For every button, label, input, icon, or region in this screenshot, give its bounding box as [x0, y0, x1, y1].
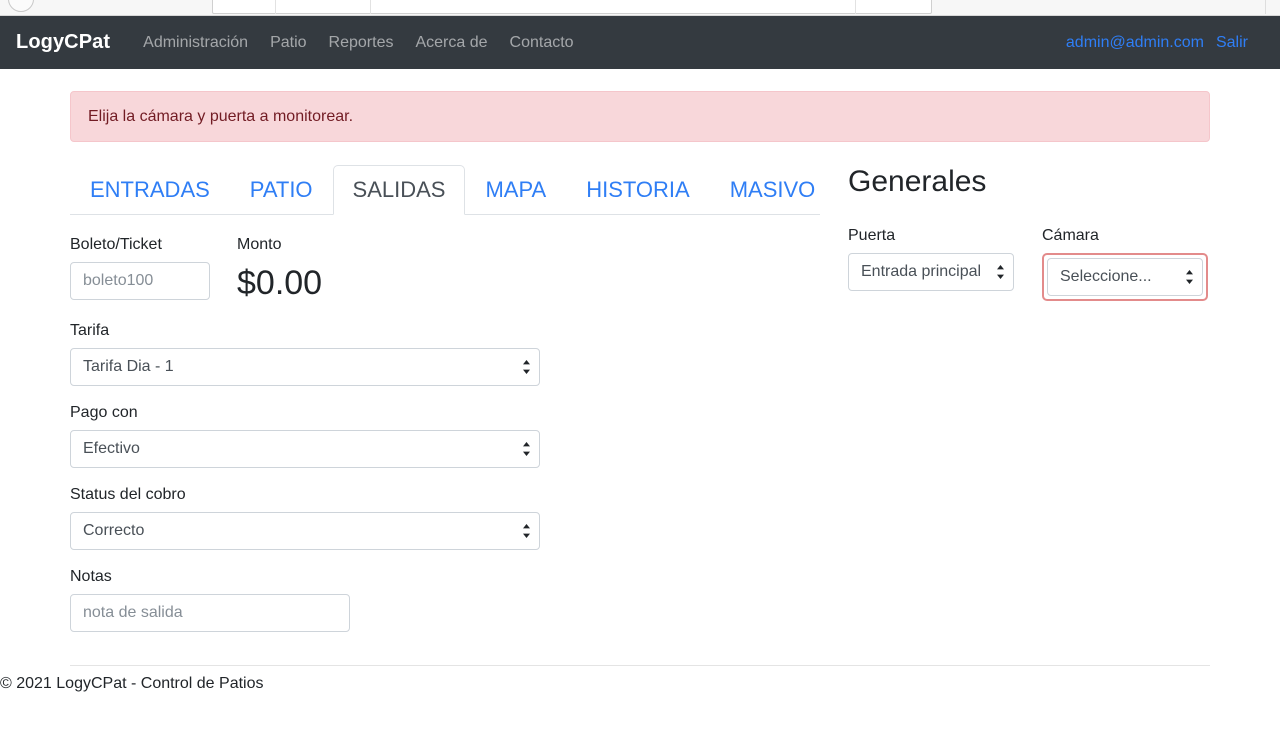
pago-con-select[interactable]: Efectivo: [70, 430, 540, 468]
tab-patio[interactable]: PATIO: [230, 165, 333, 215]
tarifa-select[interactable]: Tarifa Dia - 1: [70, 348, 540, 386]
footer-divider: [70, 665, 1210, 666]
url-bar-divider-2: [370, 0, 371, 14]
navbar-user-area: admin@admin.com Salir: [1066, 34, 1264, 52]
right-column: Generales Puerta Entrada principal Cámar…: [820, 164, 1210, 632]
alert-danger: Elija la cámara y puerta a monitorear.: [70, 91, 1210, 142]
tarifa-label: Tarifa: [70, 322, 110, 339]
nav-link-patio[interactable]: Patio: [259, 34, 317, 52]
status-cobro-select[interactable]: Correcto: [70, 512, 540, 550]
generales-fields: Puerta Entrada principal Cámara Seleccio…: [848, 226, 1210, 301]
logout-link[interactable]: Salir: [1216, 34, 1248, 52]
monto-field-group: Monto $0.00: [237, 235, 322, 304]
tab-masivo[interactable]: MASIVO: [710, 165, 836, 215]
pago-con-label: Pago con: [70, 404, 138, 421]
generales-title: Generales: [848, 165, 987, 198]
status-cobro-label: Status del cobro: [70, 486, 186, 503]
content-row: ENTRADAS PATIO SALIDAS MAPA HISTORIA MAS…: [70, 164, 1210, 632]
alert-message: Elija la cámara y puerta a monitorear.: [88, 108, 354, 125]
puerta-select[interactable]: Entrada principal: [848, 253, 1014, 291]
navbar-brand[interactable]: LogyCPat: [16, 31, 110, 54]
user-email-link[interactable]: admin@admin.com: [1066, 34, 1204, 52]
nav-link-contacto[interactable]: Contacto: [499, 34, 585, 52]
camara-invalid-highlight: Seleccione...: [1042, 253, 1208, 301]
url-bar-divider-3: [855, 0, 856, 14]
puerta-select-wrapper: Entrada principal: [848, 253, 1014, 291]
tab-bar: ENTRADAS PATIO SALIDAS MAPA HISTORIA MAS…: [70, 164, 820, 215]
nav-link-administracion[interactable]: Administración: [132, 34, 259, 52]
puerta-label: Puerta: [848, 227, 896, 244]
nav-link-acerca-de[interactable]: Acerca de: [404, 34, 498, 52]
tab-salidas[interactable]: SALIDAS: [332, 165, 466, 215]
boleto-label: Boleto/Ticket: [70, 236, 162, 253]
status-cobro-field-group: Status del cobro Correcto: [70, 485, 540, 550]
boleto-input[interactable]: [70, 262, 210, 300]
navbar-nav: Administración Patio Reportes Acerca de …: [132, 34, 584, 52]
page-container: Elija la cámara y puerta a monitorear. E…: [70, 69, 1210, 632]
monto-label: Monto: [237, 236, 282, 253]
camara-select[interactable]: Seleccione...: [1047, 258, 1203, 296]
puerta-field-group: Puerta Entrada principal: [848, 226, 1014, 301]
camara-select-wrapper: Seleccione...: [1047, 258, 1203, 296]
camara-field-group: Cámara Seleccione...: [1042, 226, 1208, 301]
boleto-monto-row: Boleto/Ticket Monto $0.00: [70, 235, 820, 304]
monto-value: $0.00: [237, 264, 323, 302]
tab-historia[interactable]: HISTORIA: [566, 165, 710, 215]
browser-url-bar[interactable]: [212, 0, 932, 14]
status-cobro-select-wrapper: Correcto: [70, 512, 540, 550]
notas-label: Notas: [70, 568, 112, 585]
pago-con-select-wrapper: Efectivo: [70, 430, 540, 468]
boleto-field-group: Boleto/Ticket: [70, 235, 210, 300]
tab-entradas[interactable]: ENTRADAS: [70, 165, 230, 215]
tarifa-select-wrapper: Tarifa Dia - 1: [70, 348, 540, 386]
notas-input[interactable]: [70, 594, 350, 632]
url-bar-divider: [275, 0, 276, 14]
browser-chrome-strip: [0, 0, 1280, 16]
tab-mapa[interactable]: MAPA: [465, 165, 566, 215]
camara-label: Cámara: [1042, 227, 1099, 244]
nav-link-reportes[interactable]: Reportes: [318, 34, 405, 52]
pago-con-field-group: Pago con Efectivo: [70, 403, 540, 468]
tarifa-field-group: Tarifa Tarifa Dia - 1: [70, 321, 540, 386]
footer-text: © 2021 LogyCPat - Control de Patios: [0, 675, 264, 692]
notas-field-group: Notas: [70, 567, 350, 632]
left-column: ENTRADAS PATIO SALIDAS MAPA HISTORIA MAS…: [70, 164, 820, 632]
browser-toolbar-divider: [1265, 0, 1266, 14]
navbar: LogyCPat Administración Patio Reportes A…: [0, 16, 1280, 69]
browser-back-button-icon[interactable]: [8, 0, 34, 12]
